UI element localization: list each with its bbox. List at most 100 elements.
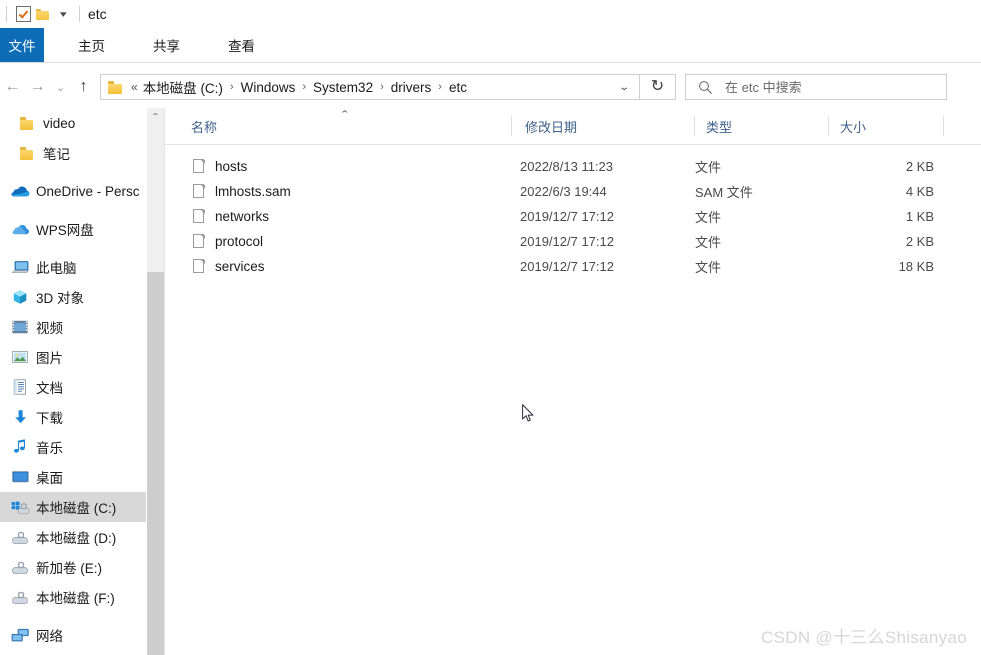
scrollbar-track[interactable] xyxy=(147,108,164,272)
sidebar-item-label: 图片 xyxy=(36,351,63,366)
file-explorer-window: ▾ etc 文件 主页 共享 查看 ← → ⌄ ↑ « 本地磁盘 (C:) › … xyxy=(0,0,981,655)
table-row[interactable]: hosts 2022/8/13 11:23 文件 2 KB xyxy=(165,154,981,179)
file-modified-label: 2022/6/3 19:44 xyxy=(520,184,607,199)
drive-icon xyxy=(10,587,30,607)
recent-locations-button[interactable]: ⌄ xyxy=(50,72,71,102)
refresh-button[interactable]: ↻ xyxy=(640,74,676,100)
file-name-cell[interactable]: services xyxy=(193,254,265,279)
sidebar-item-new-volume-e[interactable]: 新加卷 (E:) xyxy=(0,552,146,582)
sidebar-item-this-pc[interactable]: 此电脑 xyxy=(0,252,146,282)
column-header-size[interactable]: 大小 xyxy=(840,108,940,144)
sidebar-item-documents[interactable]: 文档 xyxy=(0,372,146,402)
file-list-top-gap xyxy=(165,145,981,154)
navigation-pane: video 笔记 OneDrive - Persc WPS网盘 此电脑 3D 对… xyxy=(0,108,146,655)
sidebar-item-videos[interactable]: 视频 xyxy=(0,312,146,342)
new-folder-icon[interactable] xyxy=(33,4,53,24)
breadcrumb-separator-icon[interactable]: › xyxy=(380,81,384,93)
up-button[interactable]: ↑ xyxy=(71,72,96,102)
sidebar-item-local-disk-d[interactable]: 本地磁盘 (D:) xyxy=(0,522,146,552)
sidebar-item-label: 笔记 xyxy=(43,147,70,162)
breadcrumb-separator-icon[interactable]: › xyxy=(438,81,442,93)
forward-button[interactable]: → xyxy=(25,72,50,102)
wps-cloud-icon xyxy=(10,219,30,239)
pictures-icon xyxy=(10,347,30,367)
sidebar-item-label: 桌面 xyxy=(36,471,63,486)
file-icon xyxy=(193,258,206,275)
file-name-label: lmhosts.sam xyxy=(215,184,291,199)
breadcrumb-item-system32[interactable]: System32 xyxy=(313,80,373,95)
breadcrumb-item-windows[interactable]: Windows xyxy=(241,80,296,95)
sidebar-item-video[interactable]: video xyxy=(0,108,146,138)
scrollbar-thumb[interactable] xyxy=(147,272,164,655)
column-divider[interactable] xyxy=(694,116,695,136)
sidebar-item-wps-cloud[interactable]: WPS网盘 xyxy=(0,214,146,244)
sidebar-item-downloads[interactable]: 下载 xyxy=(0,402,146,432)
column-divider[interactable] xyxy=(943,116,944,136)
column-header-row: 名称 ⌃ 修改日期 类型 大小 xyxy=(165,108,981,145)
navigation-pane-scrollbar[interactable]: ⌃ xyxy=(147,108,164,655)
search-input[interactable] xyxy=(723,78,927,96)
breadcrumb-separator-icon[interactable]: › xyxy=(230,81,234,93)
breadcrumb-separator-icon[interactable]: › xyxy=(302,81,306,93)
search-box[interactable] xyxy=(685,74,947,100)
back-button[interactable]: ← xyxy=(0,72,25,102)
scroll-up-glyph: ⌃ xyxy=(150,112,161,121)
file-type-label: 文件 xyxy=(695,160,722,175)
sidebar-item-music[interactable]: 音乐 xyxy=(0,432,146,462)
sidebar-item-onedrive[interactable]: OneDrive - Persc xyxy=(0,176,146,206)
table-row[interactable]: services 2019/12/7 17:12 文件 18 KB xyxy=(165,254,981,279)
table-row[interactable]: lmhosts.sam 2022/6/3 19:44 SAM 文件 4 KB xyxy=(165,179,981,204)
file-size-cell: 18 KB xyxy=(825,254,934,279)
file-modified-cell: 2019/12/7 17:12 xyxy=(520,204,614,229)
breadcrumb[interactable]: « 本地磁盘 (C:) › Windows › System32 › drive… xyxy=(100,74,640,100)
back-arrow-icon: ← xyxy=(4,78,21,95)
tab-file[interactable]: 文件 xyxy=(0,28,44,62)
sidebar-item-pictures[interactable]: 图片 xyxy=(0,342,146,372)
tab-home[interactable]: 主页 xyxy=(64,28,119,62)
breadcrumb-overflow-icon[interactable]: « xyxy=(131,80,138,94)
sidebar-item-network[interactable]: 网络 xyxy=(0,620,146,650)
column-header-name[interactable]: 名称 ⌃ xyxy=(191,108,501,144)
sidebar-item-label: 本地磁盘 (D:) xyxy=(36,531,117,546)
network-icon xyxy=(10,625,30,645)
file-modified-label: 2022/8/13 11:23 xyxy=(520,159,614,174)
qat-chevron-down-icon[interactable]: ▾ xyxy=(53,4,73,24)
file-type-label: 文件 xyxy=(695,235,722,250)
file-icon xyxy=(193,183,206,200)
column-header-modified[interactable]: 修改日期 xyxy=(525,108,690,144)
sidebar-item-local-disk-f[interactable]: 本地磁盘 (F:) xyxy=(0,582,146,612)
file-size-cell: 4 KB xyxy=(825,179,934,204)
table-row[interactable]: protocol 2019/12/7 17:12 文件 2 KB xyxy=(165,229,981,254)
column-divider[interactable] xyxy=(828,116,829,136)
tab-share-label: 共享 xyxy=(153,39,180,54)
desktop-icon xyxy=(10,467,30,487)
file-name-cell[interactable]: networks xyxy=(193,204,269,229)
sidebar-item-3d-objects[interactable]: 3D 对象 xyxy=(0,282,146,312)
table-row[interactable]: networks 2019/12/7 17:12 文件 1 KB xyxy=(165,204,981,229)
file-type-cell: 文件 xyxy=(695,154,721,179)
properties-icon[interactable] xyxy=(13,4,33,24)
breadcrumb-dropdown-icon[interactable]: ⌄ xyxy=(603,82,644,93)
sidebar-item-local-disk-c[interactable]: 本地磁盘 (C:) xyxy=(0,492,146,522)
breadcrumb-item-etc[interactable]: etc xyxy=(449,80,467,95)
tab-home-label: 主页 xyxy=(78,39,105,54)
title-bar: ▾ etc xyxy=(0,0,981,28)
folder-icon xyxy=(108,80,125,94)
breadcrumb-item-drive[interactable]: 本地磁盘 (C:) xyxy=(143,77,223,97)
tab-view[interactable]: 查看 xyxy=(214,28,269,62)
column-header-type[interactable]: 类型 xyxy=(706,108,826,144)
sidebar-item-desktop[interactable]: 桌面 xyxy=(0,462,146,492)
breadcrumb-item-drivers[interactable]: drivers xyxy=(391,80,432,95)
file-name-cell[interactable]: lmhosts.sam xyxy=(193,179,291,204)
file-modified-cell: 2019/12/7 17:12 xyxy=(520,254,614,279)
column-header-name-label: 名称 xyxy=(191,119,218,135)
file-type-label: 文件 xyxy=(695,260,722,275)
column-divider[interactable] xyxy=(511,116,512,136)
sidebar-item-label: 下载 xyxy=(36,411,63,426)
sidebar-item-notes[interactable]: 笔记 xyxy=(0,138,146,168)
file-name-cell[interactable]: hosts xyxy=(193,154,247,179)
file-name-cell[interactable]: protocol xyxy=(193,229,263,254)
tab-share[interactable]: 共享 xyxy=(139,28,194,62)
